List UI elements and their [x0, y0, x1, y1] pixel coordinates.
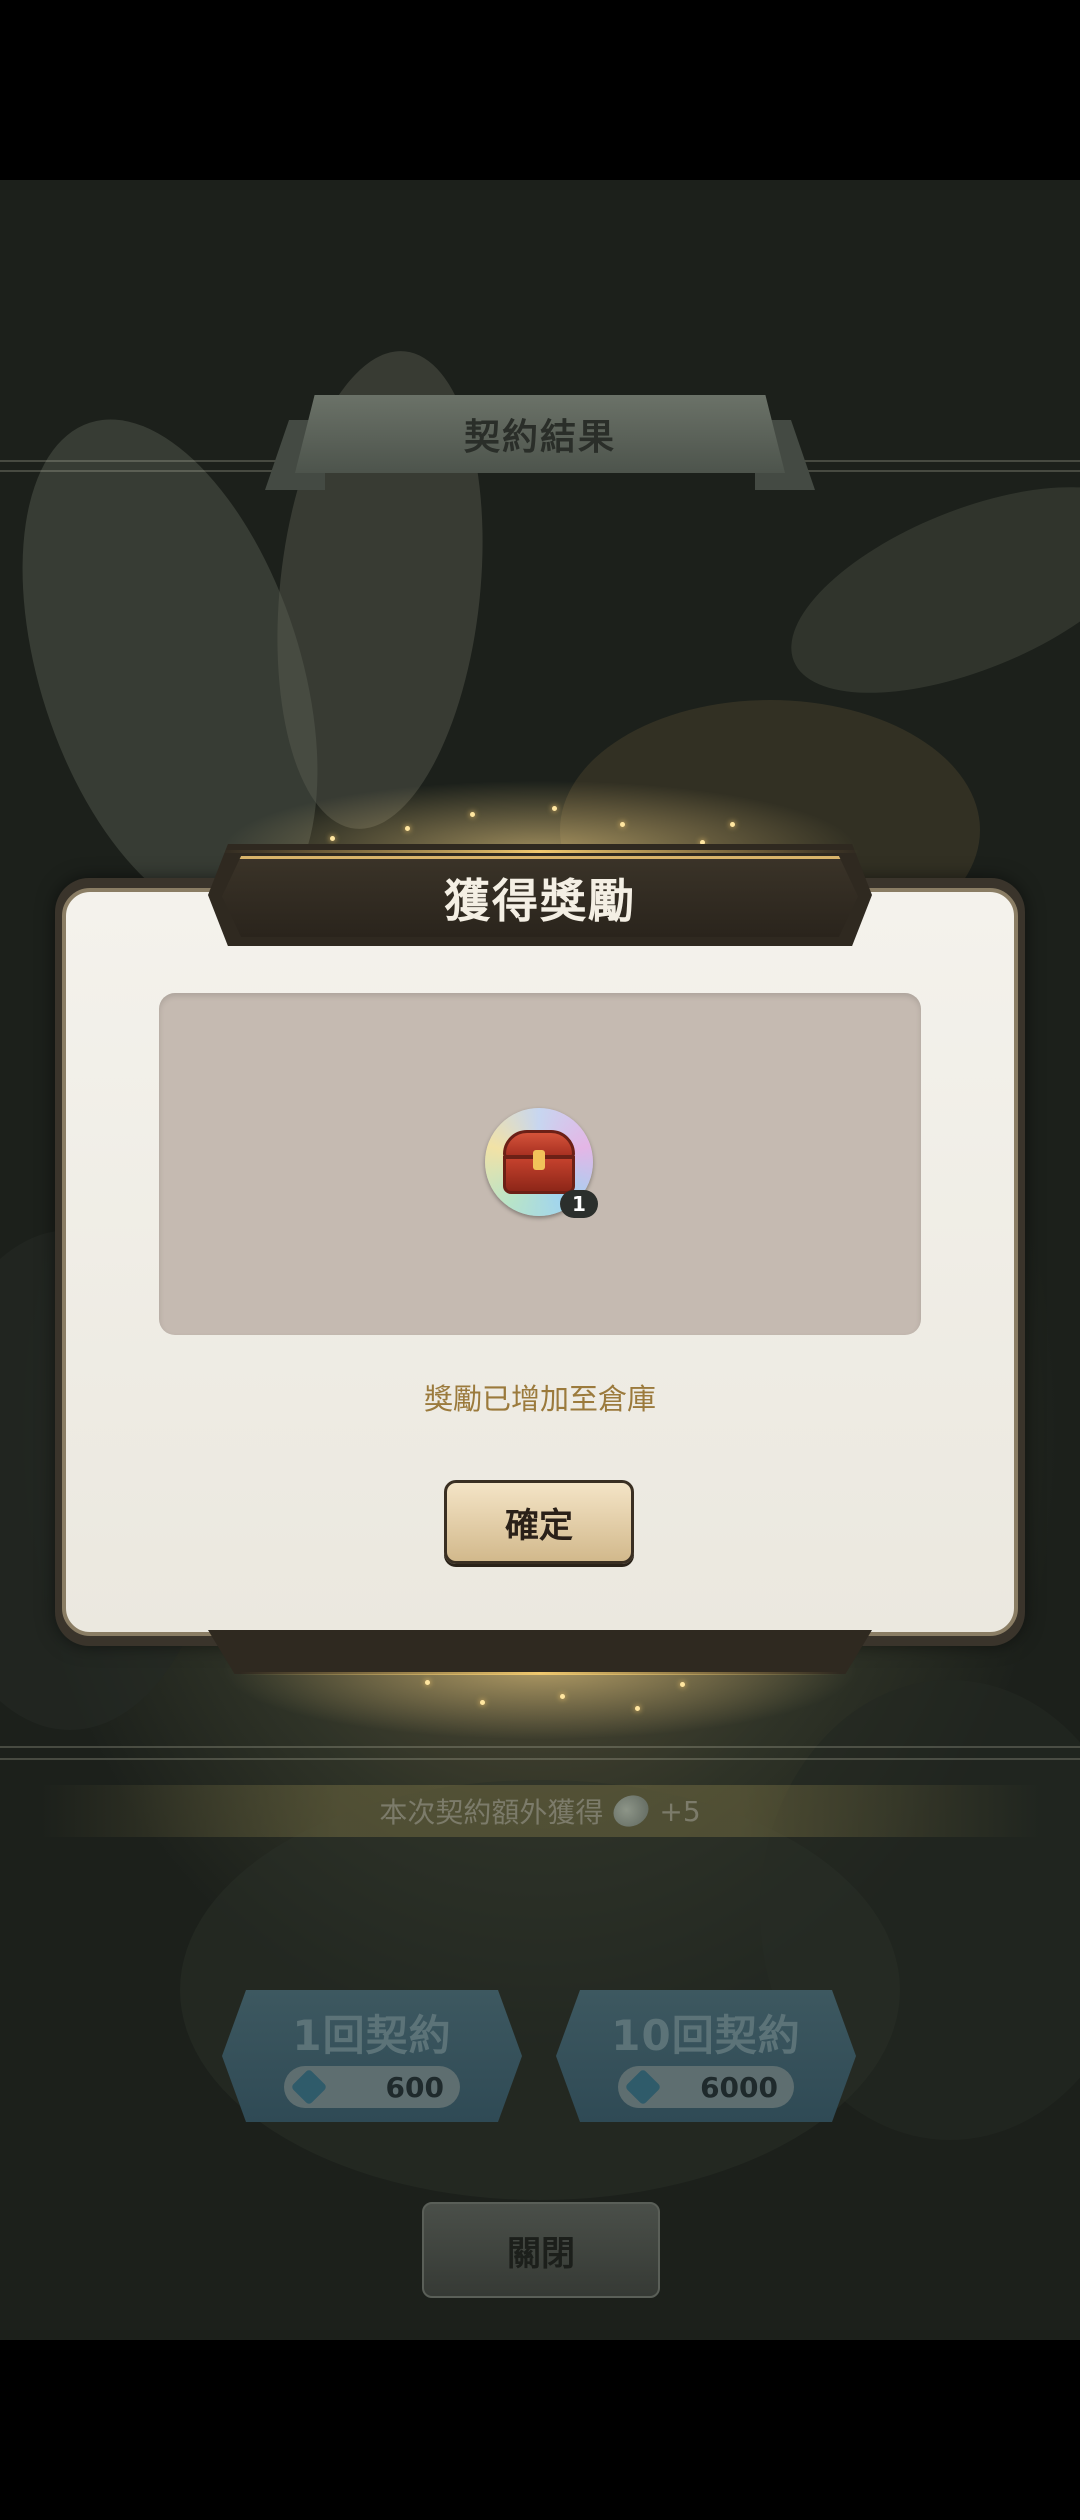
sparkle: [480, 1700, 485, 1705]
bonus-amount: +5: [659, 1794, 701, 1828]
sparkle: [635, 1706, 640, 1711]
gem-icon: [624, 2068, 662, 2106]
sparkle: [470, 812, 475, 817]
treasure-chest-icon: [503, 1130, 575, 1194]
modal-title: 獲得獎勵: [444, 874, 636, 928]
header-banner: 契約結果: [295, 395, 785, 473]
close-button[interactable]: 關閉: [422, 2202, 660, 2298]
title-gold-edge: [220, 850, 860, 853]
divider-line: [0, 1746, 1080, 1748]
sparkle: [330, 836, 335, 841]
sparkle: [560, 1694, 565, 1699]
sparkle: [405, 826, 410, 831]
pull-one-button[interactable]: 1回契約 600: [222, 1990, 522, 2122]
sparkle: [680, 1682, 685, 1687]
divider-line: [0, 1758, 1080, 1760]
bottom-gold-edge: [240, 1672, 840, 1675]
gem-icon: [290, 2068, 328, 2106]
reward-quantity-badge: 1: [560, 1190, 598, 1218]
modal-bottom-bar: [208, 1630, 872, 1674]
header-title: 契約結果: [463, 417, 616, 458]
sparkle: [552, 806, 557, 811]
pull-one-cost: 600: [284, 2066, 460, 2108]
pull-one-cost-value: 600: [385, 2070, 444, 2104]
pull-one-label: 1回契約: [292, 2011, 452, 2060]
modal-title-plate: 獲得獎勵: [222, 856, 858, 937]
sparkle: [425, 1680, 430, 1685]
crystal-icon: [608, 1789, 655, 1833]
bonus-strip: 本次契約額外獲得 +5: [40, 1785, 1040, 1837]
sparkle: [730, 822, 735, 827]
pull-ten-cost-value: 6000: [700, 2070, 778, 2104]
reward-notice: 獎勵已增加至倉庫: [423, 1382, 656, 1416]
pull-ten-button[interactable]: 10回契約 6000: [556, 1990, 856, 2122]
bonus-text: 本次契約額外獲得: [379, 1796, 604, 1829]
confirm-button[interactable]: 確定: [444, 1480, 634, 1564]
pull-ten-cost: 6000: [618, 2066, 794, 2108]
pull-ten-label: 10回契約: [611, 2011, 801, 2060]
sparkle: [620, 822, 625, 827]
